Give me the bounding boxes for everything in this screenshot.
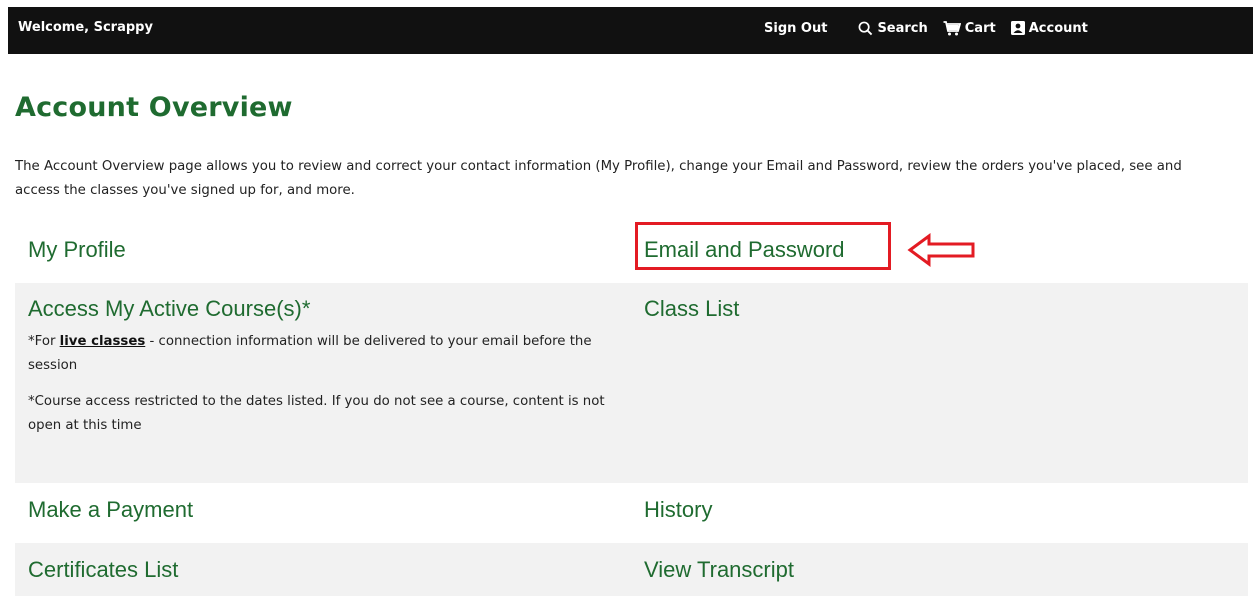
view-transcript-link[interactable]: View Transcript [644,557,794,582]
search-icon [859,21,873,35]
sign-out-link[interactable]: Sign Out [764,21,827,36]
welcome-text: Welcome, Scrappy [18,20,153,35]
live-note-prefix: *For [28,334,60,349]
certificates-list-link[interactable]: Certificates List [28,557,178,582]
course-access-note: *Course access restricted to the dates l… [28,394,605,433]
cart-link[interactable]: Cart [943,21,996,36]
search-link[interactable]: Search [858,20,928,36]
history-link[interactable]: History [644,497,712,522]
account-link[interactable]: Account [1010,20,1088,36]
links-row-3: Make a Payment History [15,483,1248,543]
top-bar-inner: Welcome, Scrappy Sign Out Search Cart Ac… [8,7,1253,54]
live-classes-note: *For live classes - connection informati… [28,330,628,378]
intro-text: The Account Overview page allows you to … [15,159,1182,198]
access-courses-link[interactable]: Access My Active Course(s)* [28,296,310,321]
my-profile-link[interactable]: My Profile [28,237,126,262]
search-label: Search [877,20,928,36]
arrow-left-icon [907,233,975,267]
links-row-4: Certificates List View Transcript [15,543,1248,596]
sign-out-label: Sign Out [764,20,828,36]
account-icon [1010,21,1025,35]
highlight-box [635,222,891,270]
live-classes-link[interactable]: live classes [60,334,146,349]
class-list-link[interactable]: Class List [644,296,739,321]
page-title: Account Overview [15,92,293,123]
cart-icon [943,20,961,35]
cart-label: Cart [964,20,996,36]
make-payment-link[interactable]: Make a Payment [28,497,193,522]
header-nav: Sign Out Search Cart Account [764,18,1088,38]
account-label: Account [1028,20,1088,36]
links-row-1: My Profile Email and Password [15,226,1248,278]
links-row-2: Access My Active Course(s)* *For live cl… [15,283,1248,483]
top-bar: Welcome, Scrappy Sign Out Search Cart Ac… [0,0,1253,54]
